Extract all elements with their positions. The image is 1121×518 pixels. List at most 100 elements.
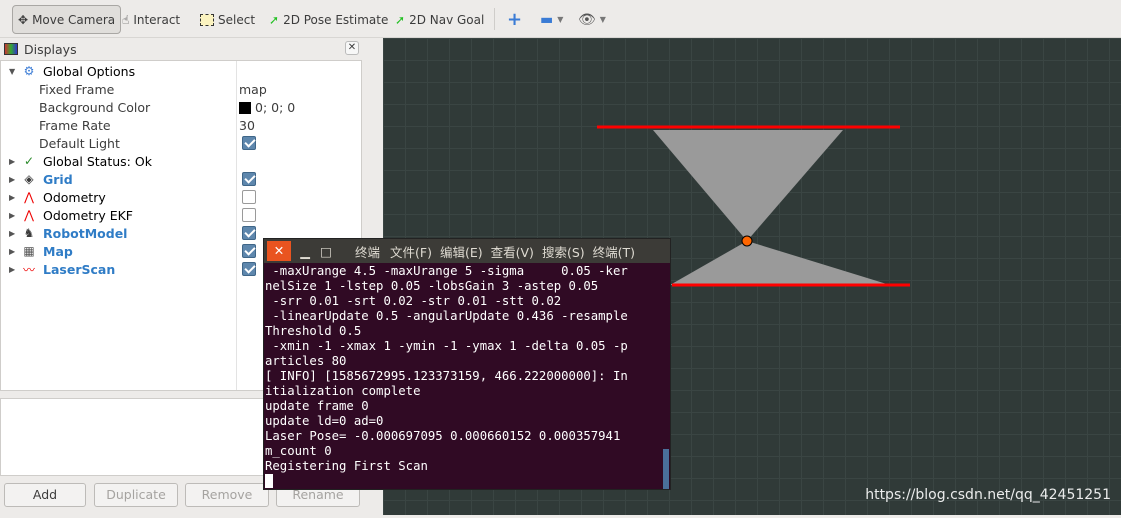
terminal-line: update frame 0 <box>265 399 369 413</box>
watermark: https://blog.csdn.net/qq_42451251 <box>865 487 1111 503</box>
scan-map-lower <box>670 241 890 285</box>
terminal-line: Registering First Scan <box>265 459 428 473</box>
expand-right-icon[interactable]: ▶ <box>9 175 15 184</box>
display-item-grid[interactable]: ▶ ◈ Grid <box>1 170 361 188</box>
menu-search[interactable]: 搜索(S) <box>542 242 585 261</box>
expand-right-icon[interactable]: ▶ <box>9 211 15 220</box>
terminal-line: m_count 0 <box>265 444 332 458</box>
terminal-titlebar: ✕ ▁ □ 终端 文件(F) 编辑(E) 查看(V) 搜索(S) 终端(T) <box>264 239 670 263</box>
terminal-window[interactable]: ✕ ▁ □ 终端 文件(F) 编辑(E) 查看(V) 搜索(S) 终端(T) -… <box>263 238 671 490</box>
close-icon[interactable]: ✕ <box>267 241 291 261</box>
background-color-value[interactable]: 0; 0; 0 <box>239 100 295 115</box>
terminal-output[interactable]: -maxUrange 4.5 -maxUrange 5 -sigma 0.05 … <box>264 263 670 488</box>
terminal-line: Threshold 0.5 <box>265 324 362 338</box>
item-label: RobotModel <box>43 225 128 241</box>
expand-right-icon[interactable]: ▶ <box>9 193 15 202</box>
pose-estimate-button[interactable]: ➚ 2D Pose Estimate <box>264 5 393 34</box>
map-checkbox[interactable] <box>242 244 256 258</box>
prop-default-light[interactable]: Default Light <box>1 134 361 152</box>
prop-background-color[interactable]: Background Color 0; 0; 0 <box>1 98 361 116</box>
menu-terminal[interactable]: 终端 <box>355 242 380 261</box>
cursor <box>265 474 273 488</box>
terminal-line: nelSize 1 -lstep 0.05 -lobsGain 3 -astep… <box>265 279 599 293</box>
grid-icon: ◈ <box>24 172 34 186</box>
nav-goal-label: 2D Nav Goal <box>409 12 485 27</box>
terminal-line: [ INFO] [1585672995.123373159, 466.22200… <box>265 369 628 383</box>
laserscan-icon: 〰 <box>22 262 35 277</box>
add-button[interactable]: Add <box>4 483 86 507</box>
duplicate-button[interactable]: Duplicate <box>94 483 178 507</box>
grid-checkbox[interactable] <box>242 172 256 186</box>
global-status-label: Global Status: Ok <box>43 153 152 169</box>
expand-right-icon[interactable]: ▶ <box>9 229 15 238</box>
expand-down-icon[interactable]: ▼ <box>9 67 15 76</box>
minimize-icon[interactable]: ▁ <box>295 244 315 259</box>
hand-icon: ☝ <box>122 12 130 27</box>
terminal-scrollbar[interactable] <box>663 449 669 489</box>
check-icon: ✓ <box>23 154 35 168</box>
eye-icon[interactable]: 👁 ▼ <box>573 5 611 34</box>
expand-right-icon[interactable]: ▶ <box>9 247 15 256</box>
pose-estimate-label: 2D Pose Estimate <box>283 12 389 27</box>
prop-label: Default Light <box>39 135 120 151</box>
prop-label: Fixed Frame <box>39 81 115 97</box>
green-arrow-icon: ➚ <box>395 12 406 27</box>
laserscan-checkbox[interactable] <box>242 262 256 276</box>
green-arrow-icon: ➚ <box>269 12 280 27</box>
item-label: Map <box>43 243 73 259</box>
terminal-line: -xmin -1 -xmax 1 -ymin -1 -ymax 1 -delta… <box>265 339 628 353</box>
terminal-line: -srr 0.01 -srt 0.02 -str 0.01 -stt 0.02 <box>265 294 562 308</box>
interact-label: Interact <box>133 12 181 27</box>
monitor-icon <box>4 43 18 55</box>
item-label: Odometry <box>43 189 106 205</box>
color-swatch <box>239 101 251 114</box>
global-options-row[interactable]: ▼ ⚙ Global Options <box>1 62 361 80</box>
prop-label: Background Color <box>39 99 151 115</box>
menu-edit[interactable]: 编辑(E) <box>440 242 483 261</box>
menu-view[interactable]: 查看(V) <box>491 242 534 261</box>
robot-marker <box>741 235 753 247</box>
prop-frame-rate[interactable]: Frame Rate 30 <box>1 116 361 134</box>
toolbar: ✥ Move Camera ☝ Interact Select ➚ 2D Pose E… <box>0 0 1121 38</box>
select-icon <box>200 13 214 26</box>
menu-terminal-t[interactable]: 终端(T) <box>593 242 635 261</box>
display-item-odometry[interactable]: ▶ ⋀ Odometry <box>1 188 361 206</box>
gear-icon: ⚙ <box>23 64 35 78</box>
maximize-icon[interactable]: □ <box>315 244 337 259</box>
menu-file[interactable]: 文件(F) <box>390 242 432 261</box>
move-camera-label: Move Camera <box>32 12 116 27</box>
select-button[interactable]: Select <box>195 5 260 34</box>
robotmodel-checkbox[interactable] <box>242 226 256 240</box>
expand-right-icon[interactable]: ▶ <box>9 157 15 166</box>
odometry-checkbox[interactable] <box>242 190 256 204</box>
nav-goal-button[interactable]: ➚ 2D Nav Goal <box>390 5 489 34</box>
terminal-line: update ld=0 ad=0 <box>265 414 384 428</box>
add-tool-icon[interactable]: + <box>502 5 527 34</box>
odometry-icon: ⋀ <box>24 190 34 204</box>
fixed-frame-value[interactable]: map <box>239 82 267 97</box>
frame-rate-value[interactable]: 30 <box>239 118 255 133</box>
item-label: Grid <box>43 171 73 187</box>
map-icon: ▦ <box>23 244 35 258</box>
item-label: LaserScan <box>43 261 116 277</box>
color-text: 0; 0; 0 <box>255 99 296 115</box>
displays-header: Displays <box>0 38 362 60</box>
prop-label: Frame Rate <box>39 117 111 133</box>
interact-button[interactable]: ☝ Interact <box>117 5 185 34</box>
default-light-checkbox[interactable] <box>242 136 256 150</box>
expand-right-icon[interactable]: ▶ <box>9 265 15 274</box>
terminal-line: -linearUpdate 0.5 -angularUpdate 0.436 -… <box>265 309 628 323</box>
terminal-line: articles 80 <box>265 354 347 368</box>
odometry-ekf-checkbox[interactable] <box>242 208 256 222</box>
close-icon[interactable]: ✕ <box>345 41 359 55</box>
global-status-row[interactable]: ▶ ✓ Global Status: Ok <box>1 152 361 170</box>
remove-button[interactable]: Remove <box>185 483 269 507</box>
prop-fixed-frame[interactable]: Fixed Frame map <box>1 80 361 98</box>
move-camera-icon: ✥ <box>18 12 29 27</box>
move-camera-button[interactable]: ✥ Move Camera <box>12 5 122 34</box>
item-label: Odometry EKF <box>43 207 133 223</box>
displays-title: Displays <box>24 41 77 57</box>
remove-tool-icon[interactable]: ▬ ▼ <box>535 5 568 34</box>
terminal-line: itialization complete <box>265 384 421 398</box>
display-item-odometry-ekf[interactable]: ▶ ⋀ Odometry EKF <box>1 206 361 224</box>
